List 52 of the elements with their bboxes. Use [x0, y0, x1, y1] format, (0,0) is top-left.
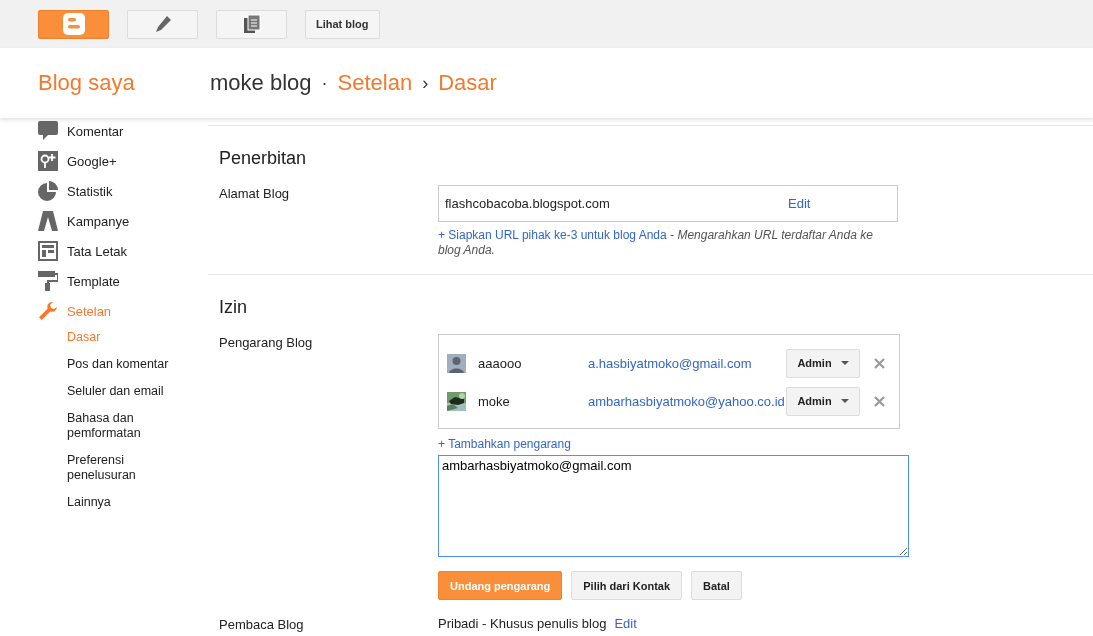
custom-domain-link[interactable]: + Siapkan URL pihak ke-3 untuk blog Anda — [438, 228, 667, 242]
action-button[interactable]: Pilih dari Kontak — [571, 571, 683, 600]
sidebar-subitem[interactable]: Seluler dan email — [0, 384, 208, 399]
avatar-icon — [447, 353, 466, 373]
gplus-icon — [38, 151, 58, 171]
breadcrumb-separator: › — [422, 72, 429, 94]
close-icon[interactable] — [874, 357, 885, 369]
sidebar-item[interactable]: Google+ — [67, 153, 117, 169]
campaign-icon — [38, 211, 58, 231]
breadcrumb-separator: · — [321, 72, 328, 94]
paint-roller-icon — [38, 271, 58, 291]
role-dropdown[interactable]: Admin — [786, 348, 860, 378]
sidebar-subitem[interactable]: Pos dan komentar — [0, 357, 208, 372]
sidebar-subitem[interactable]: Preferensi penelusuran — [0, 453, 208, 483]
home-button[interactable] — [38, 9, 109, 39]
role-dropdown[interactable]: Admin — [786, 386, 860, 416]
action-button[interactable]: Batal — [691, 571, 742, 600]
sidebar-item[interactable]: Template — [67, 273, 120, 289]
sidebar-subitem[interactable]: Lainnya — [0, 495, 208, 510]
sidebar-subitem[interactable]: Bahasa dan pemformatan — [0, 411, 208, 441]
author-email[interactable]: ambarhasbiyatmoko@yahoo.co.id — [588, 393, 786, 409]
sidebar-item[interactable]: Kampanye — [67, 213, 130, 229]
field-label: Pembaca Blog — [219, 616, 305, 632]
add-author-link[interactable]: + Tambahkan pengarang — [438, 437, 571, 451]
layout-icon — [38, 241, 58, 261]
section-heading: Penerbitan — [219, 148, 308, 169]
sidebar-item[interactable]: Komentar — [67, 123, 124, 139]
close-icon[interactable] — [874, 395, 885, 407]
author-name: aaaooo — [478, 355, 523, 371]
blog-address: flashcobacoba.blogspot.com — [445, 196, 611, 211]
posts-button[interactable] — [216, 9, 287, 39]
blog-name[interactable]: moke blog — [210, 70, 312, 96]
field-label: Alamat Blog — [219, 185, 291, 203]
author-name: moke — [478, 393, 511, 409]
field-label: Pengarang Blog — [219, 334, 314, 352]
edit-link[interactable]: Edit — [788, 196, 811, 211]
new-post-button[interactable] — [127, 9, 198, 39]
section-heading: Izin — [219, 297, 248, 318]
comment-icon — [38, 121, 58, 141]
edit-link[interactable]: Edit — [614, 616, 637, 631]
help-text: + Siapkan URL pihak ke-3 untuk blog Anda - Mengarahkan URL terdaftar Anda ke blog Anda. — [438, 228, 874, 258]
sidebar-item[interactable]: Statistik — [67, 183, 113, 199]
readers-value: Pribadi - Khusus penulis blog — [438, 616, 607, 631]
input-field[interactable]: ambarhasbiyatmoko@gmail.com — [438, 455, 909, 557]
sidebar-item[interactable]: Tata Letak — [67, 243, 127, 259]
pencil-icon — [153, 15, 172, 33]
wrench-icon — [38, 301, 58, 321]
view-blog-button[interactable]: Lihat blog — [305, 9, 380, 39]
blog-logo-icon — [62, 13, 85, 35]
pages-icon — [242, 14, 261, 34]
pie-chart-icon — [38, 181, 58, 201]
author-email[interactable]: a.hasbiyatmoko@gmail.com — [588, 355, 786, 371]
